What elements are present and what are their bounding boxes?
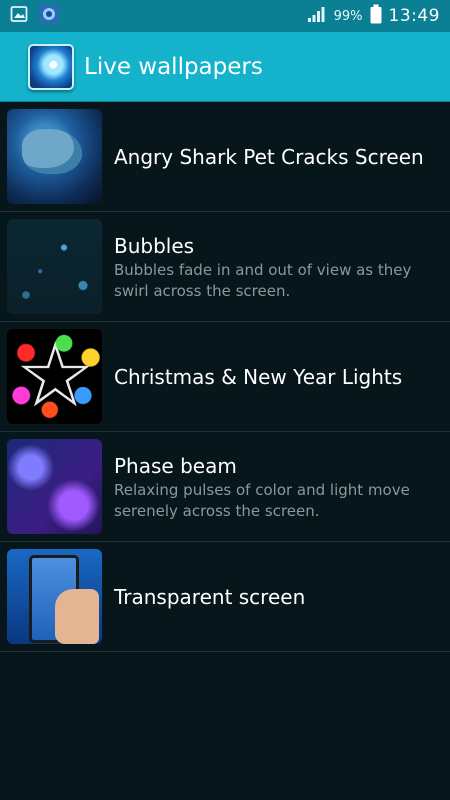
- item-description: Relaxing pulses of color and light move …: [114, 480, 410, 520]
- item-title: Phase beam: [114, 453, 237, 478]
- signal-icon: [307, 5, 327, 27]
- list-item-transparent-screen[interactable]: Transparent screen: [0, 542, 450, 652]
- wallpaper-notification-icon: [38, 3, 60, 29]
- christmas-lights-thumbnail: [7, 329, 102, 424]
- item-text: Bubbles Bubbles fade in and out of view …: [114, 232, 450, 302]
- status-time: 13:49: [388, 6, 440, 26]
- battery-icon: [370, 4, 382, 28]
- item-text: Transparent screen: [114, 583, 305, 611]
- action-bar: Live wallpapers: [0, 32, 450, 102]
- item-title: Bubbles: [114, 233, 195, 258]
- item-title: Angry Shark Pet Cracks Screen: [114, 144, 424, 169]
- bubbles-thumbnail: [7, 219, 102, 314]
- transparent-screen-thumbnail: [7, 549, 102, 644]
- item-text: Christmas & New Year Lights: [114, 363, 402, 391]
- list-item-angry-shark[interactable]: Angry Shark Pet Cracks Screen: [0, 102, 450, 212]
- image-icon: [10, 5, 28, 27]
- item-text: Angry Shark Pet Cracks Screen: [114, 143, 424, 171]
- list-item-christmas-lights[interactable]: Christmas & New Year Lights: [0, 322, 450, 432]
- list-item-bubbles[interactable]: Bubbles Bubbles fade in and out of view …: [0, 212, 450, 322]
- list-item-phase-beam[interactable]: Phase beam Relaxing pulses of color and …: [0, 432, 450, 542]
- item-title: Christmas & New Year Lights: [114, 364, 403, 389]
- phase-beam-thumbnail: [7, 439, 102, 534]
- page-title: Live wallpapers: [84, 53, 263, 80]
- battery-percent: 99%: [333, 8, 363, 24]
- item-text: Phase beam Relaxing pulses of color and …: [114, 452, 450, 522]
- item-title: Transparent screen: [114, 584, 306, 609]
- status-left: [10, 3, 60, 29]
- item-description: Bubbles fade in and out of view as they …: [114, 260, 412, 300]
- angry-shark-thumbnail: [7, 109, 102, 204]
- wallpaper-list: Angry Shark Pet Cracks Screen Bubbles Bu…: [0, 102, 450, 652]
- live-wallpaper-app-icon[interactable]: [28, 43, 74, 90]
- status-bar: 99% 13:49: [0, 0, 450, 32]
- status-right: 99% 13:49: [307, 4, 440, 28]
